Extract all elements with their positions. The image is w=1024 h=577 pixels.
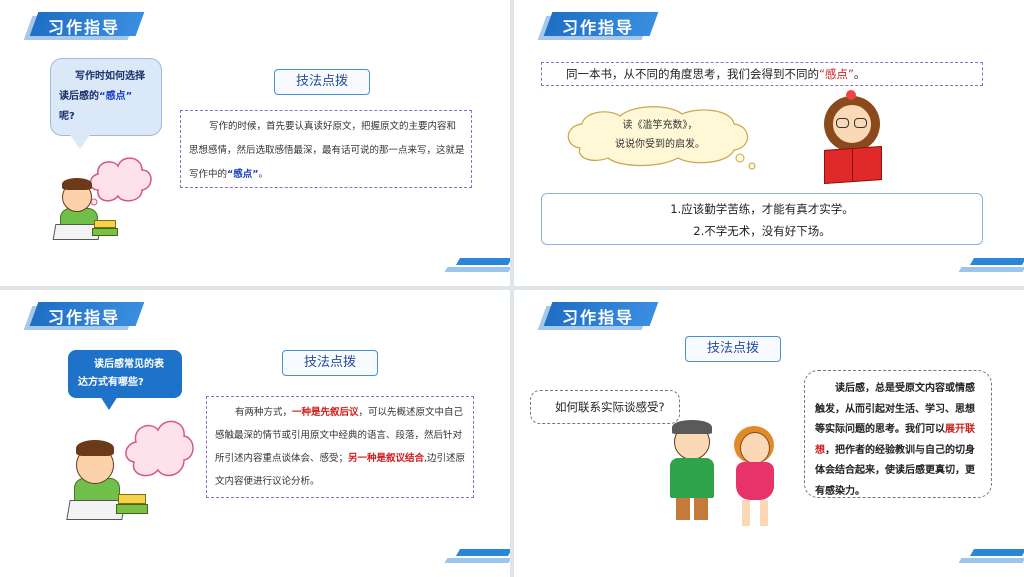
corner-decoration [956, 258, 1024, 276]
corner-decoration [956, 549, 1024, 567]
heading-box: 同一本书，从不同的角度思考，我们会得到不同的“感点”。 [541, 62, 983, 86]
thought-text: 读《滥竽充数》， 说说你受到的启发。 [590, 116, 730, 154]
thought-line-1: 读《滥竽充数》， [622, 120, 698, 131]
tip-paragraph: 有两种方式，一种是先叙后议，可以先概述原文中自己感触最深的情节或引用原文中经典的… [206, 396, 474, 498]
banner-title: 习作指导 [562, 308, 635, 327]
explanation-bubble: 读后感，总是受原文内容或情感触发，从而引起对生活、学习、思想等实际问题的思考。我… [804, 370, 992, 498]
paragraph-end: 。 [258, 169, 269, 180]
question-text: 如何联系实际谈感受? [555, 400, 665, 414]
question-emphasis: “感点” [99, 91, 133, 102]
answer-1: 1.应该勤学苦练，才能有真才实学。 [670, 202, 854, 216]
paragraph-text-2: ，把作者的经验教训与自己的切身体会结合起来，使读后感更真切，更有感染力。 [815, 444, 975, 497]
paragraph-emphasis: “感点” [227, 169, 259, 180]
slide-panel-2[interactable]: 习作指导 同一本书，从不同的角度思考，我们会得到不同的“感点”。 读《滥竽充数》… [514, 0, 1024, 286]
thought-line-2: 说说你受到的启发。 [615, 139, 705, 150]
banner-title: 习作指导 [48, 18, 121, 37]
boy-reading-illustration [64, 440, 154, 526]
banner-title: 习作指导 [562, 18, 635, 37]
slide-panel-3[interactable]: 习作指导 读后感常见的表 达方式有哪些? 技法点拨 有两种方式，一种是先叙后议，… [0, 290, 510, 577]
tip-button[interactable]: 技法点拨 [282, 350, 378, 376]
heading-text: 同一本书，从不同的角度思考，我们会得到不同的 [566, 67, 819, 81]
corner-decoration [442, 258, 510, 276]
section-banner: 习作指导 [537, 302, 659, 330]
tip-button[interactable]: 技法点拨 [685, 336, 781, 362]
bubble-tail [70, 135, 90, 149]
slide-panel-4[interactable]: 习作指导 技法点拨 如何联系实际谈感受? 读后感，总是受原文内容或情感触发，从而… [514, 290, 1024, 577]
question-bubble: 如何联系实际谈感受? [530, 390, 680, 424]
answer-2: 2.不学无术，没有好下场。 [693, 224, 831, 238]
question-bubble: 读后感常见的表 达方式有哪些? [68, 350, 182, 398]
section-banner: 习作指导 [23, 302, 145, 330]
paragraph-emphasis-2: 另一种是叙议结合 [348, 453, 425, 464]
heading-end: 。 [853, 67, 866, 81]
question-line-2: 读后感的 [59, 91, 99, 102]
question-line-3: 呢? [59, 111, 75, 122]
question-line-1: 写作时如何选择 [75, 71, 145, 82]
kids-walking-illustration [664, 420, 794, 540]
slide-panel-1[interactable]: 习作指导 写作时如何选择 读后感的“感点” 呢? 技法点拨 写作的时候，首先要认… [0, 0, 510, 286]
banner-title: 习作指导 [48, 308, 121, 327]
section-banner: 习作指导 [23, 12, 145, 40]
corner-decoration [442, 549, 510, 567]
tip-paragraph: 写作的时候，首先要认真读好原文，把握原文的主要内容和思想感情，然后选取感悟最深，… [180, 110, 472, 188]
question-line-2: 达方式有哪些? [78, 377, 144, 388]
tip-button[interactable]: 技法点拨 [274, 69, 370, 95]
question-line-1: 读后感常见的表 [94, 359, 164, 370]
answers-box: 1.应该勤学苦练，才能有真才实学。 2.不学无术，没有好下场。 [541, 193, 983, 245]
boy-reading-illustration [52, 178, 122, 244]
bubble-tail [100, 396, 118, 410]
girl-reading-illustration [820, 90, 890, 190]
paragraph-text-1: 有两种方式， [235, 407, 293, 418]
section-banner: 习作指导 [537, 12, 659, 40]
paragraph-emphasis-1: 一种是先叙后议 [292, 407, 359, 418]
question-bubble: 写作时如何选择 读后感的“感点” 呢? [50, 58, 162, 136]
heading-emphasis: “感点” [819, 67, 854, 81]
